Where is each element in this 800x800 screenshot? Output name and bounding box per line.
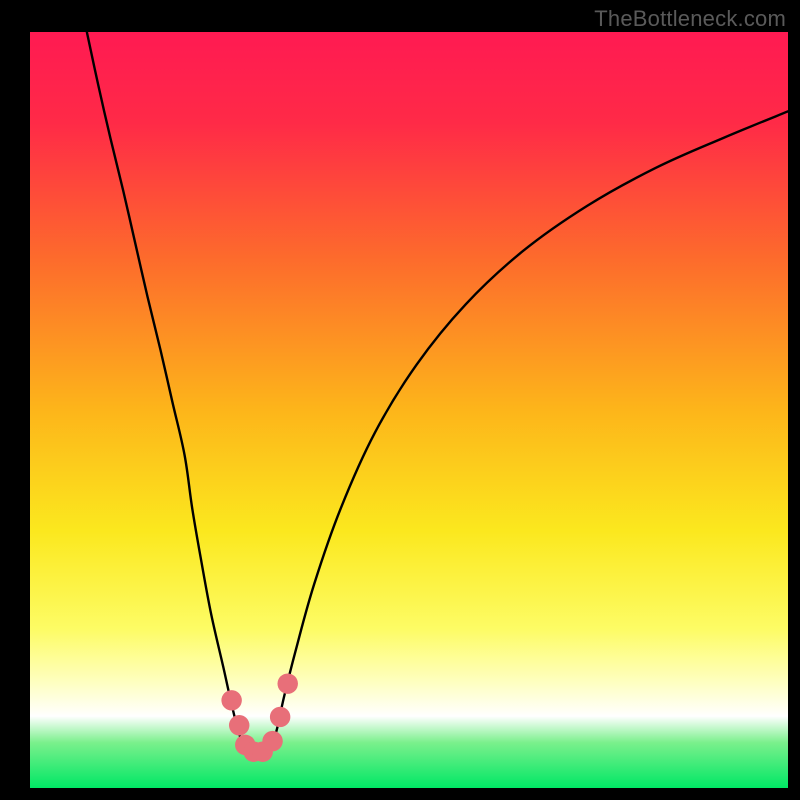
bottleneck-curve-chart [0, 0, 800, 800]
chart-container: TheBottleneck.com [0, 0, 800, 800]
gradient-background [30, 32, 788, 788]
curve-marker [270, 707, 290, 727]
watermark-text: TheBottleneck.com [594, 6, 786, 32]
curve-marker [277, 673, 297, 693]
curve-marker [262, 731, 282, 751]
curve-marker [221, 690, 241, 710]
curve-marker [229, 715, 249, 735]
